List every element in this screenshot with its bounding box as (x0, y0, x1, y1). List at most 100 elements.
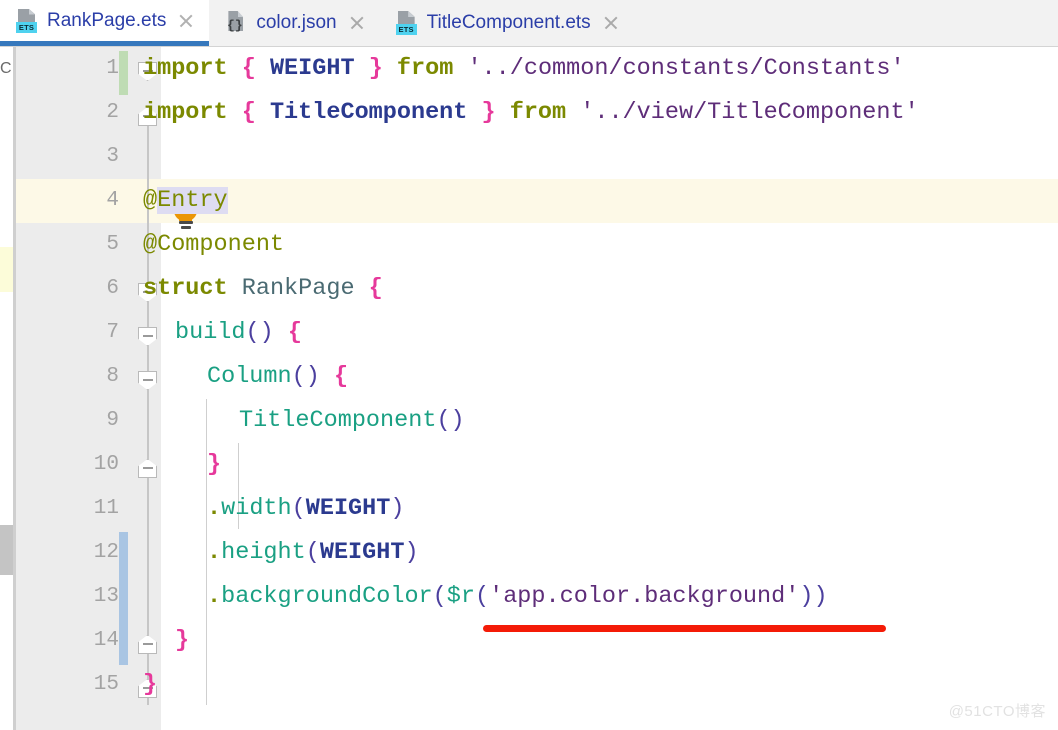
token-height-method: height (221, 539, 306, 566)
line-number: 7 (106, 321, 119, 344)
code-line-12[interactable]: .height(WEIGHT) (207, 531, 419, 575)
vcs-modified-marker[interactable] (119, 532, 128, 665)
code-fold-icon[interactable] (138, 327, 157, 346)
token-brace-open: { (241, 55, 256, 82)
code-line-14[interactable]: } (175, 619, 189, 663)
code-line-1[interactable]: import { WEIGHT } from '../common/consta… (143, 47, 905, 91)
watermark: @51CTO博客 (948, 703, 1046, 720)
token-width-method: width (221, 495, 292, 522)
close-icon[interactable] (602, 14, 620, 32)
token-paren-close: ) (813, 583, 828, 610)
token-paren-open: ( (291, 495, 306, 522)
line-number: 3 (106, 145, 119, 168)
line-number: 5 (106, 233, 119, 256)
line-number: 10 (93, 453, 119, 476)
line-number: 8 (106, 365, 119, 388)
token-paren-open: ( (291, 363, 306, 390)
code-fold-icon[interactable] (138, 371, 157, 390)
vcs-added-marker[interactable] (119, 51, 128, 95)
token-paren-close: ) (404, 539, 419, 566)
token-paren-close: ) (259, 319, 274, 346)
code-line-6[interactable]: struct RankPage { (143, 267, 383, 311)
line-number: 12 (93, 541, 119, 564)
tab-color-json[interactable]: {} color.json (209, 0, 379, 46)
token-dot: . (207, 583, 222, 610)
token-weight-arg: WEIGHT (319, 539, 405, 566)
code-line-2[interactable]: import { TitleComponent } from '../view/… (143, 91, 919, 135)
token-at-sign: @ (143, 187, 158, 214)
code-line-5[interactable]: @Component (143, 223, 284, 267)
token-import: import (143, 99, 228, 126)
line-number: 2 (106, 101, 119, 124)
token-import: import (143, 55, 228, 82)
token-resource-string: 'app.color.background' (489, 583, 800, 610)
token-brace-close: } (481, 99, 496, 126)
tab-rankpage-ets[interactable]: ETS RankPage.ets (0, 0, 210, 46)
left-tool-stripe: C (0, 47, 16, 730)
token-column: Column (207, 363, 292, 390)
code-line-7[interactable]: build() { (175, 311, 302, 355)
token-paren-open: ( (305, 539, 320, 566)
code-line-8[interactable]: Column() { (207, 355, 348, 399)
close-icon[interactable] (177, 12, 195, 30)
code-line-10[interactable]: } (207, 443, 221, 487)
token-rankpage: RankPage (241, 275, 355, 302)
token-titlecomponent-path: '../view/TitleComponent' (580, 99, 919, 126)
ets-badge-label: ETS (16, 21, 37, 33)
vertical-scrollbar-thumb[interactable] (0, 525, 14, 575)
bookmark-marker (0, 247, 13, 292)
token-weight: WEIGHT (269, 55, 355, 82)
token-backgroundcolor-method: backgroundColor (221, 583, 433, 610)
token-dot: . (207, 539, 222, 566)
ets-badge-label: ETS (395, 24, 417, 35)
line-number: 15 (93, 673, 119, 696)
ets-file-icon: ETS (16, 8, 38, 33)
code-line-15[interactable]: } (143, 663, 157, 707)
line-number: 11 (93, 497, 119, 520)
token-component-annotation: @Component (143, 231, 285, 258)
token-brace-close: } (368, 55, 383, 82)
code-line-13[interactable]: .backgroundColor($r('app.color.backgroun… (207, 575, 828, 619)
token-titlecomponent: TitleComponent (269, 99, 468, 126)
token-brace-open: { (333, 363, 349, 390)
token-paren-close: ) (799, 583, 814, 610)
token-brace-close: } (207, 451, 222, 478)
code-editor[interactable]: 1 2 3 4 5 6 7 8 9 10 11 12 13 14 15 impo… (16, 47, 1058, 730)
code-fold-icon[interactable] (138, 459, 157, 478)
line-number: 13 (93, 585, 119, 608)
token-paren-close: ) (390, 495, 405, 522)
truncated-panel-label: C (0, 60, 12, 77)
editor-tab-bar: ETS RankPage.ets {} color.json ETS Title… (0, 0, 1058, 47)
token-paren-open: ( (432, 583, 447, 610)
token-from: from (509, 99, 567, 126)
line-number: 4 (106, 189, 119, 212)
token-constants-path: '../common/constants/Constants' (467, 55, 905, 82)
json-braces-label: {} (227, 18, 243, 33)
token-brace-close: } (143, 671, 158, 698)
code-line-4[interactable]: @Entry (143, 179, 228, 223)
token-paren-close: ) (305, 363, 320, 390)
token-dot: . (207, 495, 222, 522)
token-resource-fn: $r (446, 583, 475, 610)
tab-label: RankPage.ets (47, 9, 167, 31)
token-paren-open: ( (245, 319, 260, 346)
code-fold-icon[interactable] (138, 635, 157, 654)
red-annotation-underline (483, 625, 886, 632)
close-icon[interactable] (348, 14, 366, 32)
token-struct: struct (143, 275, 228, 302)
ets-file-icon: ETS (395, 11, 418, 35)
token-build: build (175, 319, 246, 346)
token-paren-close: ) (450, 407, 465, 434)
code-line-11[interactable]: .width(WEIGHT) (207, 487, 404, 531)
line-number: 14 (93, 629, 119, 652)
token-brace-open: { (241, 99, 256, 126)
token-brace-open: { (287, 319, 302, 346)
code-line-9[interactable]: TitleComponent() (239, 399, 465, 443)
line-number: 6 (106, 277, 119, 300)
tab-label: TitleComponent.ets (426, 12, 591, 33)
json-file-icon: {} (225, 11, 247, 35)
token-weight-arg: WEIGHT (305, 495, 391, 522)
line-number: 9 (106, 409, 119, 432)
tab-titlecomponent-ets[interactable]: ETS TitleComponent.ets (380, 0, 634, 46)
token-from: from (396, 55, 454, 82)
